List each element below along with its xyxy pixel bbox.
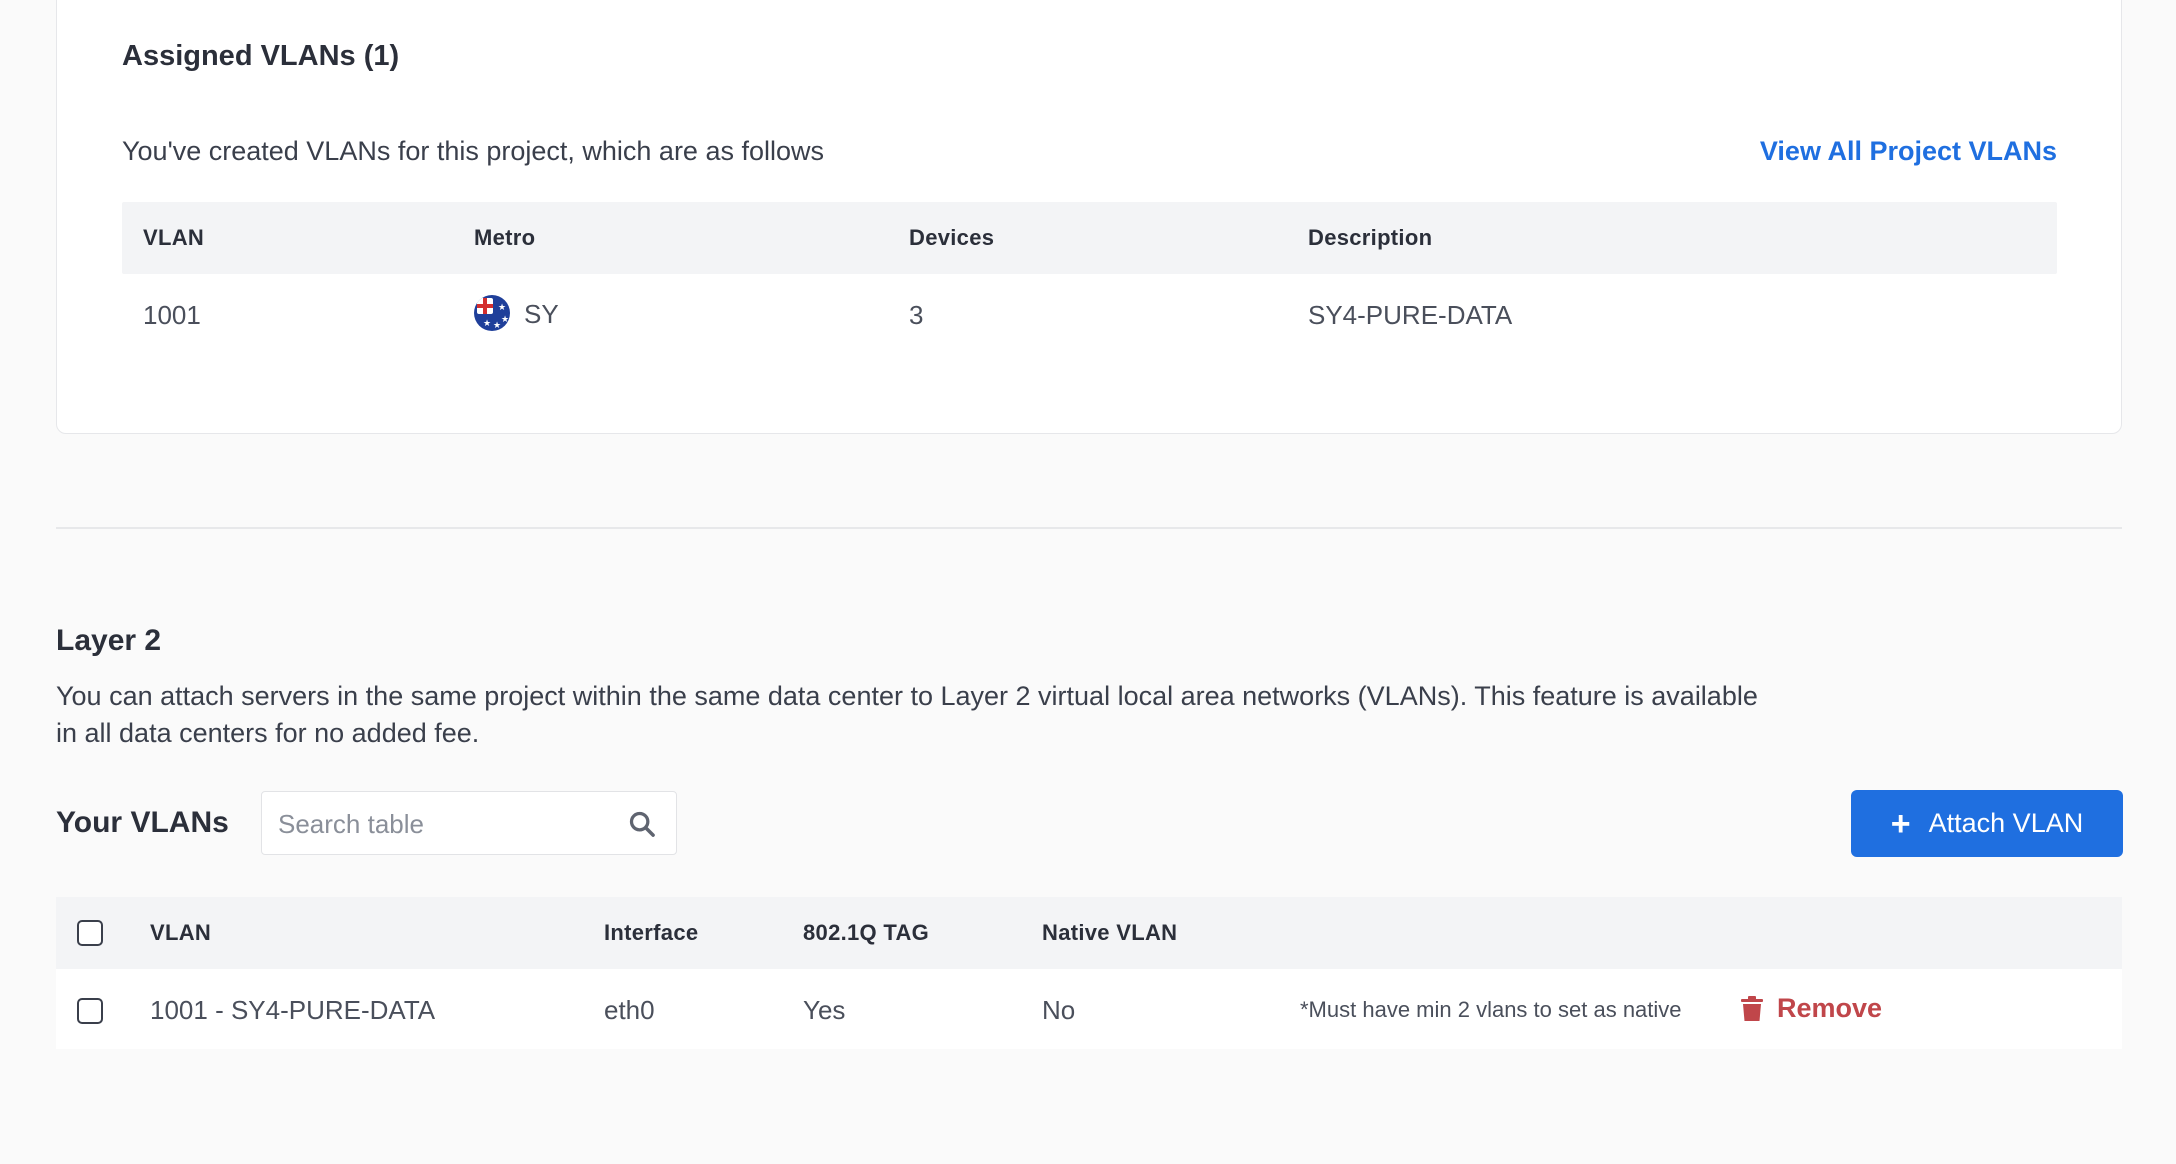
search-input[interactable]	[276, 792, 610, 856]
australia-flag-icon: ★ ★ ★ ★	[474, 295, 510, 331]
section-divider	[56, 527, 2122, 529]
column-header-8021q-tag: 802.1Q TAG	[803, 920, 930, 945]
layer2-title: Layer 2	[56, 624, 162, 657]
column-header-description: Description	[1308, 225, 1433, 250]
column-header-vlan: VLAN	[143, 225, 205, 250]
plus-icon: +	[1890, 804, 1911, 843]
native-vlan-cell: No	[1042, 995, 1076, 1025]
column-header-interface: Interface	[604, 920, 699, 945]
view-all-project-vlans-link[interactable]: View All Project VLANs	[1760, 136, 2057, 167]
trash-icon	[1741, 995, 1763, 1021]
metro-cell: SY	[524, 299, 559, 329]
assigned-table-header: VLAN Metro Devices Description	[122, 202, 2057, 274]
attach-vlan-button[interactable]: + Attach VLAN	[1851, 790, 2123, 857]
vlan-cell: 1001	[143, 300, 201, 330]
assigned-vlans-intro: You've created VLANs for this project, w…	[122, 136, 824, 166]
attach-vlan-label: Attach VLAN	[1928, 808, 2084, 838]
your-vlans-title: Your VLANs	[56, 806, 229, 839]
remove-button[interactable]: Remove	[1741, 993, 1882, 1024]
column-header-vlan: VLAN	[150, 920, 212, 945]
search-box[interactable]	[261, 791, 677, 856]
native-vlan-note: *Must have min 2 vlans to set as native	[1300, 997, 1682, 1022]
search-icon[interactable]	[628, 810, 656, 838]
assigned-vlans-title: Assigned VLANs (1)	[122, 40, 400, 72]
vlans-table-header: VLAN Interface 802.1Q TAG Native VLAN	[56, 897, 2122, 969]
select-all-checkbox[interactable]	[77, 920, 103, 946]
remove-label: Remove	[1777, 993, 1883, 1023]
column-header-devices: Devices	[909, 225, 995, 250]
column-header-metro: Metro	[474, 225, 536, 250]
column-header-native-vlan: Native VLAN	[1042, 920, 1178, 945]
devices-cell: 3	[909, 300, 924, 330]
layer2-description: You can attach servers in the same proje…	[56, 681, 1758, 748]
interface-cell: eth0	[604, 995, 655, 1025]
row-checkbox[interactable]	[77, 998, 103, 1024]
description-cell: SY4-PURE-DATA	[1308, 300, 1513, 330]
vlan-cell: 1001 - SY4-PURE-DATA	[150, 995, 436, 1025]
tag-cell: Yes	[803, 995, 846, 1025]
